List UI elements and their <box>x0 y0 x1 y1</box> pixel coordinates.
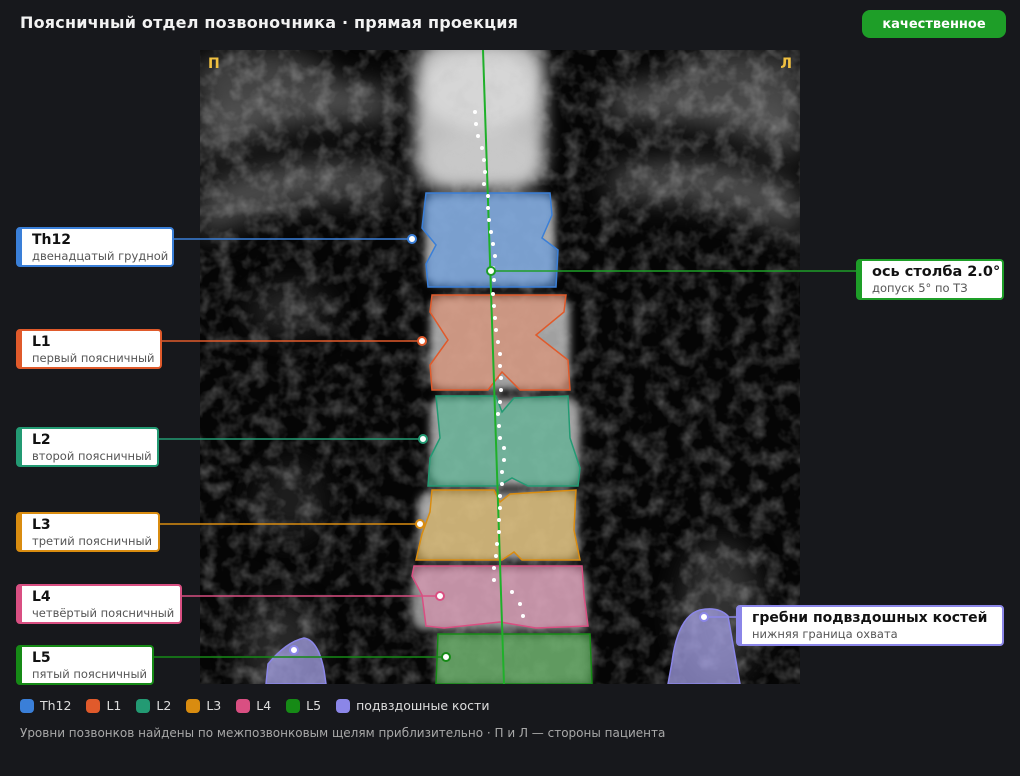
xray-viewport[interactable]: П Л <box>200 50 800 684</box>
legend-item-l4[interactable]: L4 <box>236 698 271 713</box>
legend-swatch <box>86 698 101 713</box>
callout-l2[interactable]: L2 второй поясничный <box>16 427 159 467</box>
callout-l5-label: L5 <box>32 650 51 666</box>
l2-mask <box>427 395 581 487</box>
legend-item-l1[interactable]: L1 <box>86 698 121 713</box>
callout-iliac-label: гребни подвздошных костей <box>752 610 988 626</box>
quality-badge: качественное <box>862 10 1006 38</box>
xray-image <box>200 50 800 684</box>
legend-swatch <box>186 698 201 713</box>
l5-mask <box>435 633 593 684</box>
callout-l3-subtitle: третий поясничный <box>32 534 153 548</box>
callout-l4-label: L4 <box>32 589 51 605</box>
legend-label: L4 <box>256 698 272 713</box>
callout-l5-subtitle: пятый поясничный <box>32 667 147 681</box>
callout-l1[interactable]: L1 первый поясничный <box>16 329 162 369</box>
patient-left-marker: Л <box>780 56 792 72</box>
callout-l1-subtitle: первый поясничный <box>32 351 155 365</box>
callout-th12-subtitle: двенадцатый грудной <box>32 249 169 263</box>
callout-th12[interactable]: Th12 двенадцатый грудной <box>16 227 174 267</box>
callout-l1-label: L1 <box>32 334 51 350</box>
callout-l2-subtitle: второй поясничный <box>32 449 152 463</box>
callout-l4[interactable]: L4 четвёртый поясничный <box>16 584 182 624</box>
legend-label: L5 <box>306 698 322 713</box>
legend-item-l5[interactable]: L5 <box>286 698 321 713</box>
legend-swatch <box>336 698 351 713</box>
callout-column-axis[interactable]: ось столба 2.0° допуск 5° по ТЗ <box>856 259 1004 300</box>
callout-th12-label: Th12 <box>32 232 71 248</box>
callout-axis-subtitle: допуск 5° по ТЗ <box>872 281 968 295</box>
callout-l3-label: L3 <box>32 517 51 533</box>
legend-item-th12[interactable]: Th12 <box>20 698 71 713</box>
legend-item-l2[interactable]: L2 <box>136 698 171 713</box>
callout-axis-label: ось столба 2.0° <box>872 264 1001 280</box>
callout-iliac-crests[interactable]: гребни подвздошных костей нижняя граница… <box>736 605 1004 646</box>
legend-label: L1 <box>106 698 122 713</box>
callout-l5[interactable]: L5 пятый поясничный <box>16 645 154 685</box>
legend-swatch <box>286 698 301 713</box>
legend-item-l3[interactable]: L3 <box>186 698 221 713</box>
legend: Th12 L1 L2 L3 L4 L5 подвздошные кости <box>20 698 504 713</box>
footnote: Уровни позвонков найдены по межпозвонков… <box>20 726 666 740</box>
callout-iliac-subtitle: нижняя граница охвата <box>752 627 898 641</box>
legend-label: подвздошные кости <box>356 698 490 713</box>
legend-swatch <box>136 698 151 713</box>
patient-right-marker: П <box>208 56 220 72</box>
callout-l2-label: L2 <box>32 432 51 448</box>
page-title: Поясничный отдел позвоночника · прямая п… <box>20 13 519 32</box>
callout-l4-subtitle: четвёртый поясничный <box>32 606 175 620</box>
legend-swatch <box>20 698 34 713</box>
legend-label: L2 <box>156 698 172 713</box>
legend-label: L3 <box>206 698 222 713</box>
legend-item-iliac[interactable]: подвздошные кости <box>336 698 489 713</box>
callout-l3[interactable]: L3 третий поясничный <box>16 512 160 552</box>
legend-swatch <box>236 698 251 713</box>
legend-label: Th12 <box>40 698 72 713</box>
